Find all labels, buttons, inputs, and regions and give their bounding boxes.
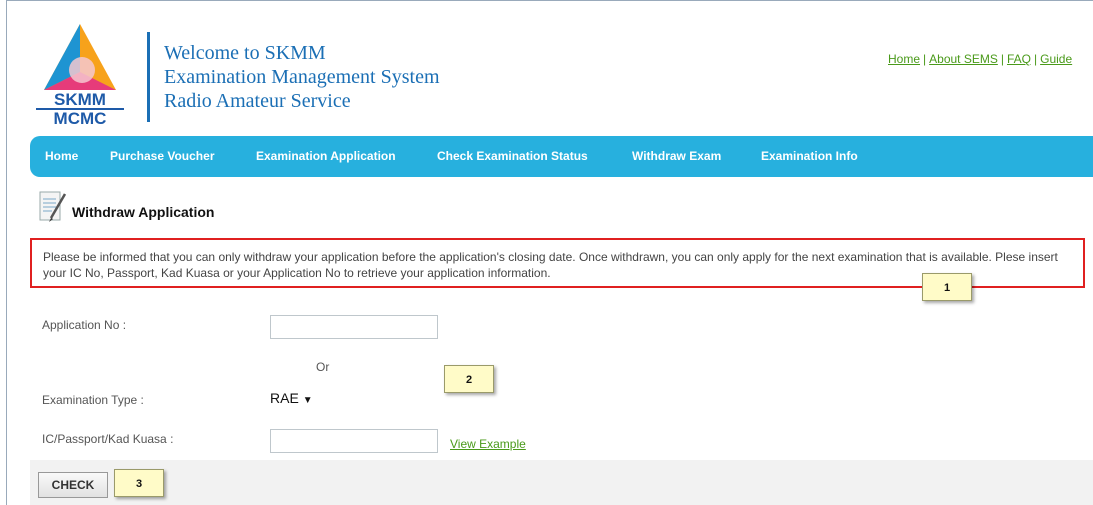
top-link-about[interactable]: About SEMS [929,52,998,66]
logo-text-top: SKMM [54,90,106,109]
form-footer [30,460,1093,505]
top-link-guide[interactable]: Guide [1040,52,1072,66]
top-link-home[interactable]: Home [888,52,920,66]
header-divider [147,32,150,122]
nav-item-purchase-voucher[interactable]: Purchase Voucher [110,149,214,163]
title-line-2: Examination Management System [164,66,440,88]
page-title: Withdraw Application [72,204,215,220]
caret-down-icon: ▼ [302,395,313,406]
logo-text-bottom: MCMC [54,109,107,128]
nav-item-check-status[interactable]: Check Examination Status [437,149,588,163]
separator: | [1000,52,1004,66]
callout-2: 2 [444,365,494,393]
exam-type-select[interactable]: RAE ▼ [270,390,332,412]
document-pencil-icon [38,188,68,224]
view-example-link[interactable]: View Example [450,437,526,451]
separator: | [923,52,927,66]
nav-item-examination-info[interactable]: Examination Info [761,149,858,163]
top-link-faq[interactable]: FAQ [1007,52,1031,66]
nav-item-examination-application[interactable]: Examination Application [256,149,396,163]
check-button[interactable]: CHECK [38,472,108,498]
nav-item-withdraw-exam[interactable]: Withdraw Exam [632,149,721,163]
title-line-3: Radio Amateur Service [164,90,351,112]
separator: | [1033,52,1038,66]
or-text: Or [316,360,330,374]
skmm-logo: SKMM MCMC [30,20,130,128]
application-no-input[interactable] [270,315,438,339]
top-links: Home | About SEMS | FAQ | Guide [888,52,1093,66]
site-title: Welcome to SKMM Examination Management S… [164,41,440,113]
nav-item-home[interactable]: Home [45,149,78,163]
exam-type-value: RAE [270,390,299,406]
main-nav: Home Purchase Voucher Examination Applic… [30,136,1093,177]
callout-3: 3 [114,469,164,497]
application-no-label: Application No : [42,318,127,332]
ic-label: IC/Passport/Kad Kuasa : [42,432,174,446]
callout-1: 1 [922,273,972,301]
title-line-1: Welcome to SKMM [164,42,326,64]
exam-type-label: Examination Type : [42,393,144,407]
ic-passport-input[interactable] [270,429,438,453]
